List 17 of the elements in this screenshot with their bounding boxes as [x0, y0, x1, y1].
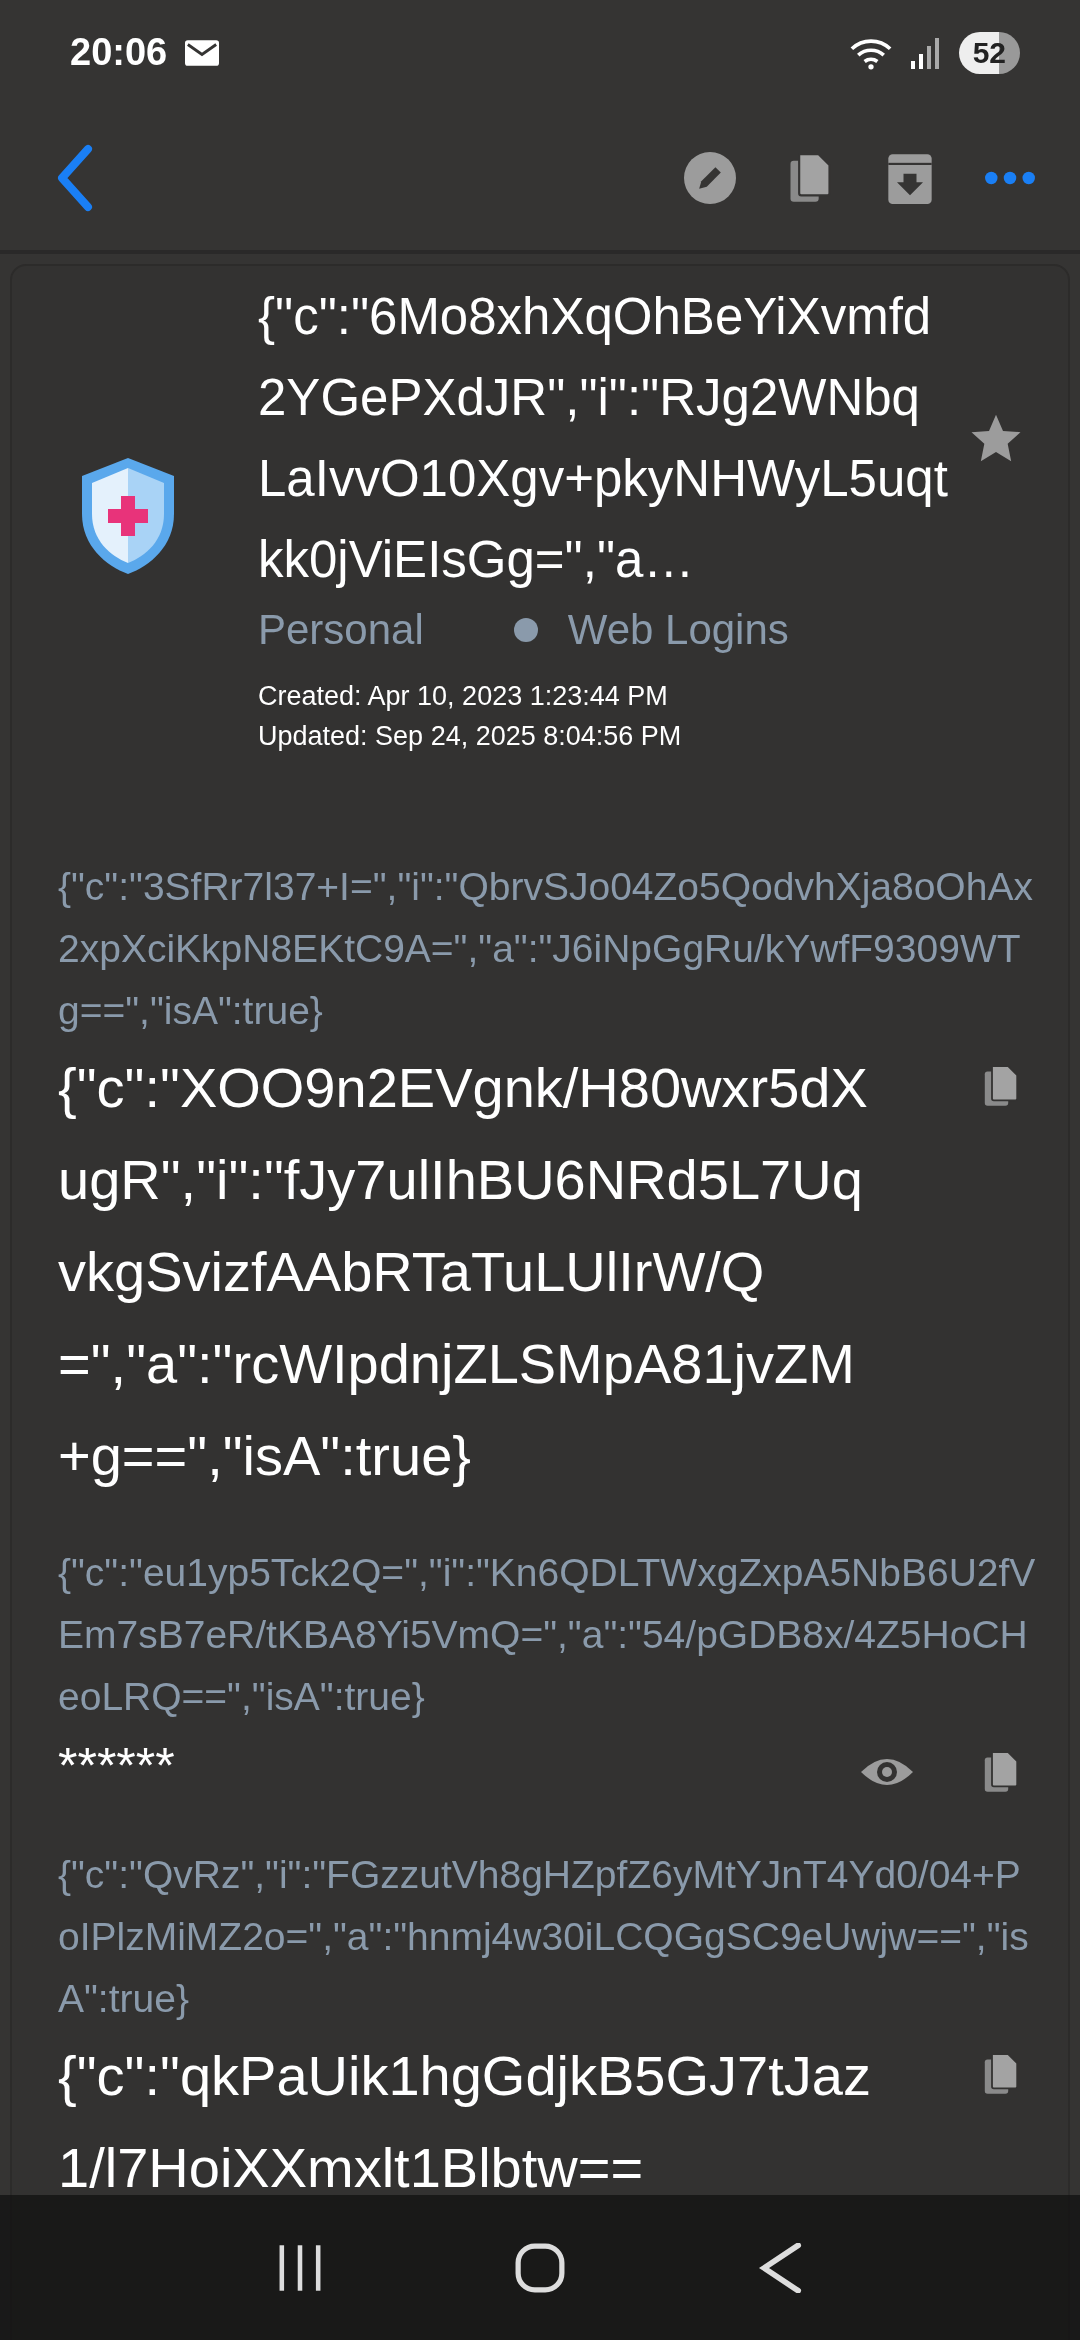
item-title: {"c":"6Mo8xhXqOhBeYiXvmfd2YGePXdJR","i":"RJg2WNbqLaIvvO10Xgv+pkyNHWyL5uqtkk0jViEIsGg=","a…: [258, 287, 948, 590]
updated-date: Updated: Sep 24, 2025 8:04:56 PM: [258, 720, 683, 753]
folder-label: Web Logins: [567, 605, 789, 655]
field-value: {"c":"qkPaUik1hgGdjkB5GJ7tJaz1/l7HoiXXmxlt1Blbtw==: [58, 2043, 872, 2201]
folder-dot: [513, 618, 538, 642]
field-label: {"c":"3SfRr7l37+I=","i":"QbrvSJo04Zo5QodvhXja8oOhAx2xpXciKkpN8EKtC9A=","a":"J6iNpGgRu/kYwfF9309WTg==","isA":true}: [58, 864, 1034, 1034]
field-label: {"c":"eu1yp5Tck2Q=","i":"Kn6QDLTWxgZxpA5NbB6U2fVEm7sB7eR/tKBA8Yi5VmQ=","a":"54/pGDB8x/4Z5HoCHeoLRQ==","isA":true}: [58, 1550, 1037, 1720]
clock-time: 20:06: [70, 31, 168, 74]
field-value: {"c":"XOO9n2EVgnk/H80wxr5dXugR","i":"fJy7ulIhBU6NRd5L7UqvkgSvizfAAbRTaTuLUlIrW/Q=","a":"rcWIpdnjZLSMpA81jvZM+g==","isA":true}: [58, 1055, 869, 1489]
field-label: {"c":"QvRz","i":"FGzzutVh8gHZpfZ6yMtYJnT4Yd0/04+PoIPlzMiMZ2o=","a":"hnmj4w30iLCQGgSC9eUwjw==","isA":true}: [58, 1852, 1030, 2022]
battery-indicator: 52: [958, 31, 1020, 74]
home-icon[interactable]: [515, 2242, 565, 2293]
created-date: Created: Apr 10, 2023 1:23:44 PM: [258, 680, 669, 713]
mail-icon: [185, 39, 220, 66]
signal-icon: [910, 36, 941, 69]
masked-password: ******: [58, 1737, 176, 1796]
vault-label: Personal: [258, 605, 424, 655]
